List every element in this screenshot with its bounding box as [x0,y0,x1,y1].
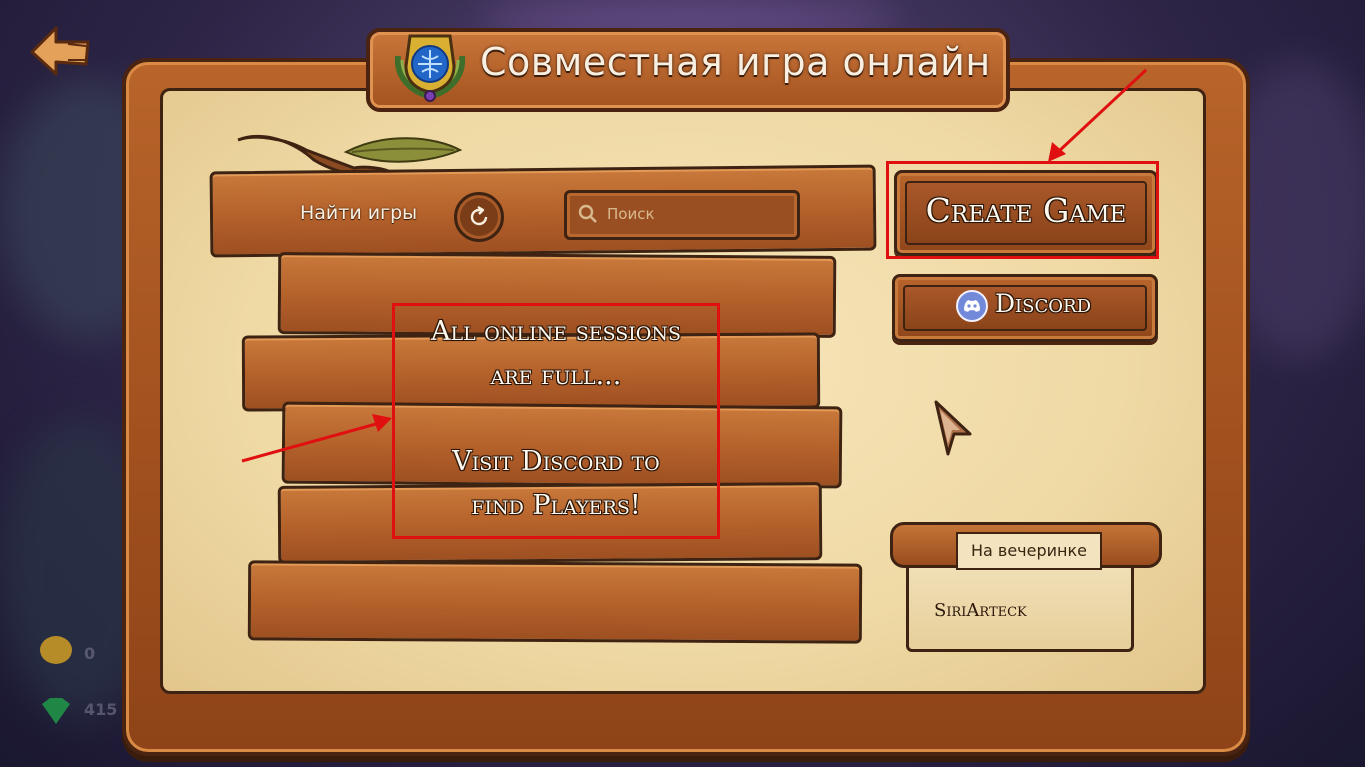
search-input[interactable] [605,201,789,227]
search-field[interactable] [564,190,800,240]
page-title: Совместная игра онлайн [480,40,991,84]
cursor-icon [934,400,972,456]
gold-coin-icon [40,636,72,664]
empty-message-line3: Visit Discord to [452,446,660,477]
annotation-highlight-create-game [886,161,1159,259]
annotation-highlight-message: All online sessions are full... Visit Di… [392,303,720,539]
empty-message-line4: find Players! [471,490,641,521]
empty-message-line1: All online sessions [430,316,682,347]
party-player-name: SiriArteck [934,600,1027,621]
empty-message-line2: are full... [490,360,622,391]
back-arrow-icon[interactable] [28,24,92,78]
discord-icon [956,290,988,322]
gold-count: 0 [84,644,96,663]
discord-button[interactable]: Discord [892,274,1158,342]
refresh-button[interactable] [454,192,504,242]
online-globe-emblem-icon [394,34,466,102]
gem-icon [42,698,70,724]
discord-label: Discord [995,289,1091,318]
party-label: На вечеринке [956,532,1102,570]
search-icon [578,204,597,223]
refresh-icon [470,205,488,226]
game-list-slot [247,560,863,644]
gem-count: 415 [84,700,118,719]
find-games-label: Найти игры [300,202,418,224]
